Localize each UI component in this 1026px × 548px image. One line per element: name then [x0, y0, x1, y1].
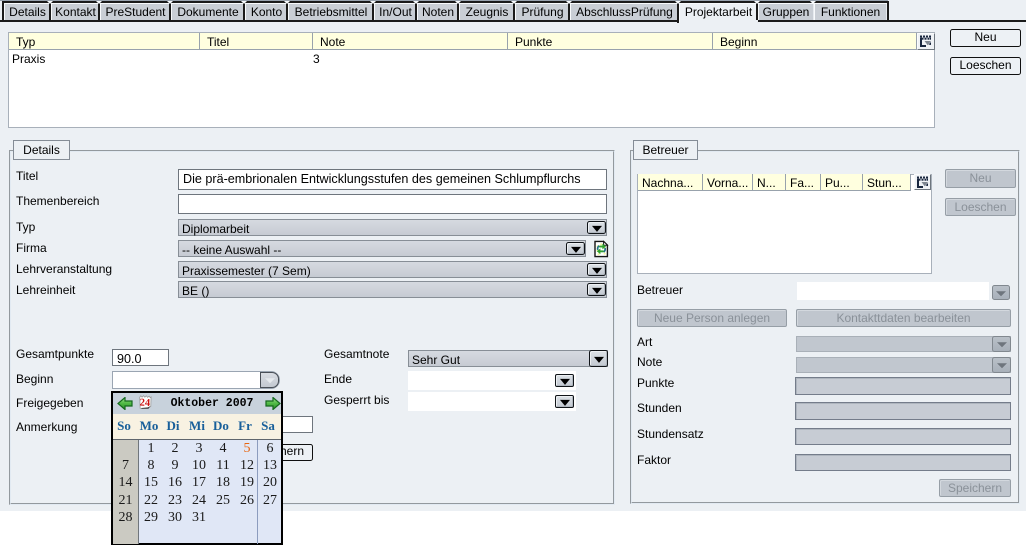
svg-text:24: 24	[139, 398, 151, 410]
